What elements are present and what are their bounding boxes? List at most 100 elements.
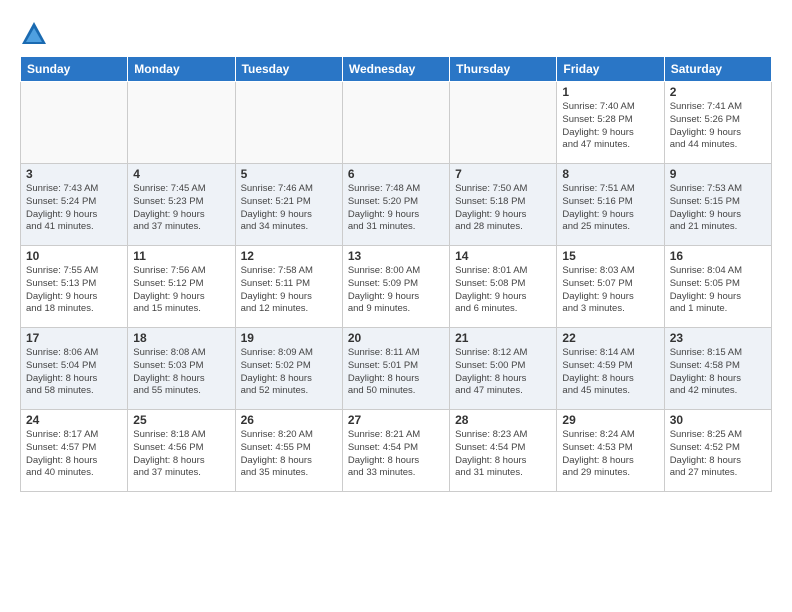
calendar-cell: 6Sunrise: 7:48 AMSunset: 5:20 PMDaylight…: [342, 164, 449, 246]
day-info: Sunrise: 7:58 AMSunset: 5:11 PMDaylight:…: [241, 265, 337, 316]
day-number: 24: [26, 413, 122, 427]
calendar-cell: 25 Sunrise: 8:18 AMSunset: 4:56 PMDayligh…: [128, 410, 235, 492]
calendar-cell: 2Sunrise: 7:41 AMSunset: 5:26 PMDaylight…: [664, 82, 771, 164]
logo-icon: [20, 20, 48, 48]
week-row-2: 3 Sunrise: 7:43 AMSunset: 5:24 PMDaylight…: [21, 164, 772, 246]
day-number: 1: [562, 85, 658, 99]
week-row-1: 1 Sunrise: 7:40 AMSunset: 5:28 PMDaylight…: [21, 82, 772, 164]
day-number: 14: [455, 249, 551, 263]
header-thursday: Thursday: [450, 57, 557, 82]
day-number: 18: [133, 331, 229, 345]
day-number: 25: [133, 413, 229, 427]
day-number: 2: [670, 85, 766, 99]
calendar-cell: [21, 82, 128, 164]
day-info: Sunrise: 8:14 AMSunset: 4:59 PMDaylight:…: [562, 347, 658, 398]
day-number: 29: [562, 413, 658, 427]
calendar-cell: 12 Sunrise: 7:58 AMSunset: 5:11 PMDayligh…: [235, 246, 342, 328]
calendar-cell: [450, 82, 557, 164]
day-number: 4: [133, 167, 229, 181]
calendar-cell: 19 Sunrise: 8:09 AMSunset: 5:02 PMDayligh…: [235, 328, 342, 410]
logo: [20, 20, 52, 48]
day-number: 6: [348, 167, 444, 181]
day-info: Sunrise: 7:40 AMSunset: 5:28 PMDaylight:…: [562, 101, 658, 152]
day-number: 23: [670, 331, 766, 345]
day-number: 8: [562, 167, 658, 181]
day-info: Sunrise: 7:45 AMSunset: 5:23 PMDaylight:…: [133, 183, 229, 234]
day-info: Sunrise: 7:51 AMSunset: 5:16 PMDaylight:…: [562, 183, 658, 234]
day-info: Sunrise: 8:11 AMSunset: 5:01 PMDaylight:…: [348, 347, 444, 398]
week-row-5: 24 Sunrise: 8:17 AMSunset: 4:57 PMDayligh…: [21, 410, 772, 492]
calendar-cell: 3 Sunrise: 7:43 AMSunset: 5:24 PMDaylight…: [21, 164, 128, 246]
calendar-cell: 14 Sunrise: 8:01 AMSunset: 5:08 PMDayligh…: [450, 246, 557, 328]
day-info: Sunrise: 8:24 AMSunset: 4:53 PMDaylight:…: [562, 429, 658, 480]
header-friday: Friday: [557, 57, 664, 82]
day-number: 19: [241, 331, 337, 345]
day-info: Sunrise: 8:04 AMSunset: 5:05 PMDaylight:…: [670, 265, 766, 316]
calendar-header: SundayMondayTuesdayWednesdayThursdayFrid…: [21, 57, 772, 82]
day-number: 15: [562, 249, 658, 263]
day-number: 7: [455, 167, 551, 181]
day-number: 20: [348, 331, 444, 345]
calendar-cell: 28 Sunrise: 8:23 AMSunset: 4:54 PMDayligh…: [450, 410, 557, 492]
day-info: Sunrise: 7:43 AMSunset: 5:24 PMDaylight:…: [26, 183, 122, 234]
week-row-4: 17 Sunrise: 8:06 AMSunset: 5:04 PMDayligh…: [21, 328, 772, 410]
day-info: Sunrise: 8:08 AMSunset: 5:03 PMDaylight:…: [133, 347, 229, 398]
day-info: Sunrise: 8:03 AMSunset: 5:07 PMDaylight:…: [562, 265, 658, 316]
calendar-cell: 29 Sunrise: 8:24 AMSunset: 4:53 PMDayligh…: [557, 410, 664, 492]
calendar-cell: 18 Sunrise: 8:08 AMSunset: 5:03 PMDayligh…: [128, 328, 235, 410]
day-info: Sunrise: 8:06 AMSunset: 5:04 PMDaylight:…: [26, 347, 122, 398]
calendar-cell: 4 Sunrise: 7:45 AMSunset: 5:23 PMDaylight…: [128, 164, 235, 246]
day-info: Sunrise: 8:09 AMSunset: 5:02 PMDaylight:…: [241, 347, 337, 398]
header-wednesday: Wednesday: [342, 57, 449, 82]
day-info: Sunrise: 7:50 AMSunset: 5:18 PMDaylight:…: [455, 183, 551, 234]
day-info: Sunrise: 8:25 AMSunset: 4:52 PMDaylight:…: [670, 429, 766, 480]
calendar-cell: [235, 82, 342, 164]
day-info: Sunrise: 8:20 AMSunset: 4:55 PMDaylight:…: [241, 429, 337, 480]
day-number: 3: [26, 167, 122, 181]
calendar-cell: [342, 82, 449, 164]
day-number: 13: [348, 249, 444, 263]
header-monday: Monday: [128, 57, 235, 82]
day-number: 16: [670, 249, 766, 263]
header-row: SundayMondayTuesdayWednesdayThursdayFrid…: [21, 57, 772, 82]
calendar: SundayMondayTuesdayWednesdayThursdayFrid…: [20, 56, 772, 492]
calendar-cell: 21Sunrise: 8:12 AMSunset: 5:00 PMDayligh…: [450, 328, 557, 410]
calendar-cell: [128, 82, 235, 164]
calendar-cell: 27Sunrise: 8:21 AMSunset: 4:54 PMDayligh…: [342, 410, 449, 492]
day-number: 22: [562, 331, 658, 345]
day-info: Sunrise: 8:15 AMSunset: 4:58 PMDaylight:…: [670, 347, 766, 398]
header-sunday: Sunday: [21, 57, 128, 82]
day-number: 21: [455, 331, 551, 345]
day-number: 26: [241, 413, 337, 427]
day-number: 28: [455, 413, 551, 427]
calendar-cell: 8 Sunrise: 7:51 AMSunset: 5:16 PMDaylight…: [557, 164, 664, 246]
calendar-cell: 23 Sunrise: 8:15 AMSunset: 4:58 PMDayligh…: [664, 328, 771, 410]
day-info: Sunrise: 8:17 AMSunset: 4:57 PMDaylight:…: [26, 429, 122, 480]
day-info: Sunrise: 7:53 AMSunset: 5:15 PMDaylight:…: [670, 183, 766, 234]
day-number: 12: [241, 249, 337, 263]
header-tuesday: Tuesday: [235, 57, 342, 82]
calendar-cell: 10Sunrise: 7:55 AMSunset: 5:13 PMDayligh…: [21, 246, 128, 328]
day-number: 30: [670, 413, 766, 427]
calendar-cell: 7 Sunrise: 7:50 AMSunset: 5:18 PMDaylight…: [450, 164, 557, 246]
day-info: Sunrise: 8:00 AMSunset: 5:09 PMDaylight:…: [348, 265, 444, 316]
calendar-cell: 1 Sunrise: 7:40 AMSunset: 5:28 PMDaylight…: [557, 82, 664, 164]
day-info: Sunrise: 7:55 AMSunset: 5:13 PMDaylight:…: [26, 265, 122, 316]
calendar-cell: 15 Sunrise: 8:03 AMSunset: 5:07 PMDayligh…: [557, 246, 664, 328]
page: SundayMondayTuesdayWednesdayThursdayFrid…: [0, 0, 792, 612]
header-saturday: Saturday: [664, 57, 771, 82]
day-info: Sunrise: 8:23 AMSunset: 4:54 PMDaylight:…: [455, 429, 551, 480]
day-info: Sunrise: 7:46 AMSunset: 5:21 PMDaylight:…: [241, 183, 337, 234]
day-info: Sunrise: 8:18 AMSunset: 4:56 PMDaylight:…: [133, 429, 229, 480]
day-number: 17: [26, 331, 122, 345]
calendar-cell: 13 Sunrise: 8:00 AMSunset: 5:09 PMDayligh…: [342, 246, 449, 328]
day-number: 9: [670, 167, 766, 181]
calendar-cell: 16 Sunrise: 8:04 AMSunset: 5:05 PMDayligh…: [664, 246, 771, 328]
calendar-cell: 9 Sunrise: 7:53 AMSunset: 5:15 PMDaylight…: [664, 164, 771, 246]
calendar-cell: 17 Sunrise: 8:06 AMSunset: 5:04 PMDayligh…: [21, 328, 128, 410]
calendar-cell: 22 Sunrise: 8:14 AMSunset: 4:59 PMDayligh…: [557, 328, 664, 410]
calendar-cell: 30 Sunrise: 8:25 AMSunset: 4:52 PMDayligh…: [664, 410, 771, 492]
day-info: Sunrise: 7:56 AMSunset: 5:12 PMDaylight:…: [133, 265, 229, 316]
calendar-cell: 20 Sunrise: 8:11 AMSunset: 5:01 PMDayligh…: [342, 328, 449, 410]
day-info: Sunrise: 8:01 AMSunset: 5:08 PMDaylight:…: [455, 265, 551, 316]
